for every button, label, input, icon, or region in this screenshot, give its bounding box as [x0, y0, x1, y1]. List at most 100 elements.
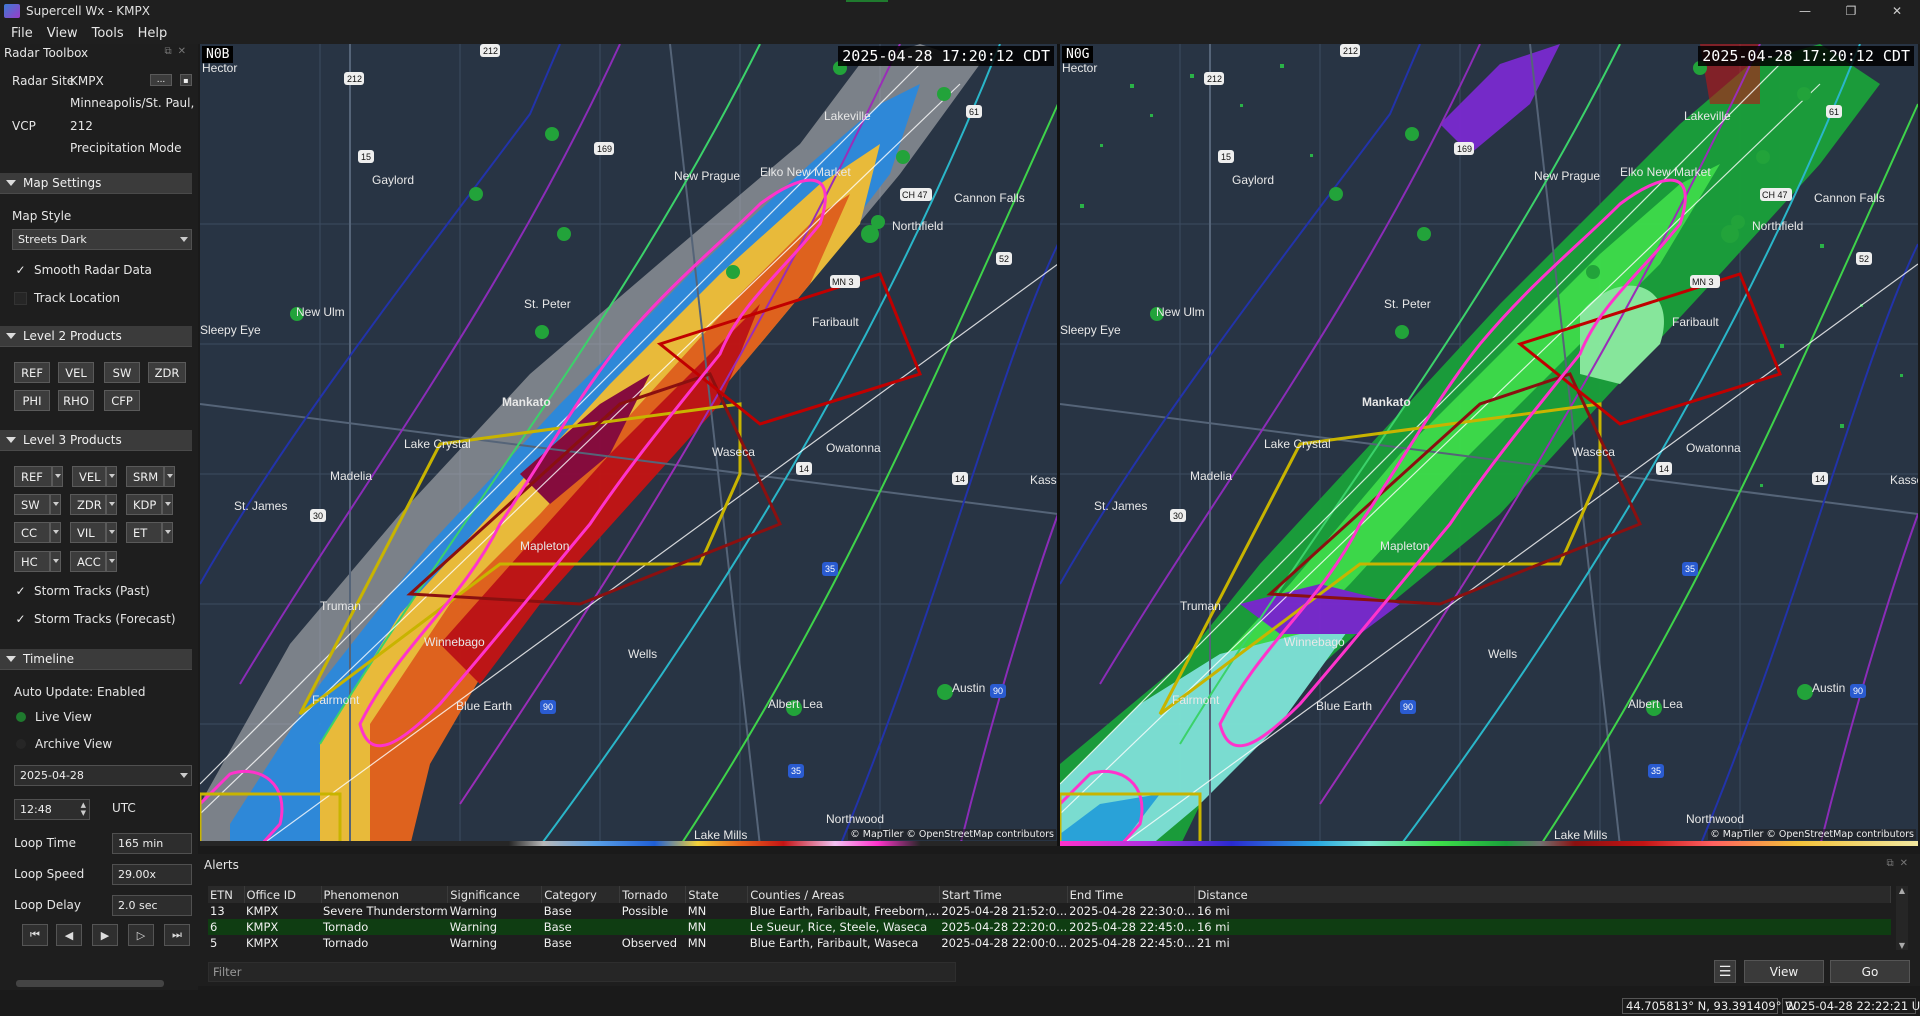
- l2-phi-button[interactable]: PHI: [14, 390, 50, 411]
- col-counties[interactable]: Counties / Areas: [747, 886, 940, 903]
- smooth-radar-checkbox[interactable]: ✓ Smooth Radar Data: [14, 263, 151, 277]
- l2-sw-button[interactable]: SW: [104, 362, 140, 383]
- l2-vel-button[interactable]: VEL: [58, 362, 94, 383]
- col-distance[interactable]: Distance: [1194, 886, 1891, 903]
- map-style-select[interactable]: Streets Dark: [12, 229, 192, 250]
- menu-tools[interactable]: Tools: [85, 26, 131, 41]
- skip-to-start-icon[interactable]: ⏮: [22, 924, 48, 946]
- minimize-icon[interactable]: —: [1782, 0, 1828, 22]
- l3-et-button[interactable]: ET: [126, 522, 173, 543]
- col-start-time[interactable]: Start Time: [939, 886, 1068, 903]
- table-row-selected[interactable]: 6 KMPX Tornado Warning Base MN Le Sueur, Rice,…: [208, 919, 1891, 935]
- l3-cc-button[interactable]: CC: [14, 522, 61, 543]
- l2-cfp-button[interactable]: CFP: [104, 390, 140, 411]
- archive-view-radio[interactable]: Archive View: [14, 737, 112, 751]
- table-row[interactable]: 5 KMPX Tornado Warning Base Observed MN Blue Ea…: [208, 935, 1891, 951]
- color-scale-bar: [1060, 841, 1918, 846]
- l3-vel-button[interactable]: VEL: [72, 466, 117, 487]
- dropdown-arrow-icon[interactable]: [106, 551, 117, 572]
- menu-help[interactable]: Help: [131, 26, 175, 41]
- view-button[interactable]: View: [1744, 960, 1824, 983]
- map-settings-header[interactable]: Map Settings: [0, 173, 192, 194]
- live-view-radio[interactable]: Live View: [14, 710, 92, 724]
- loop-delay-spinbox[interactable]: 2.0 sec: [112, 895, 192, 916]
- col-state[interactable]: State: [685, 886, 749, 903]
- l3-kdp-button[interactable]: KDP: [126, 494, 173, 515]
- level3-products-header[interactable]: Level 3 Products: [0, 430, 192, 451]
- highway-shield: 30: [1170, 509, 1186, 522]
- track-location-checkbox[interactable]: Track Location: [14, 291, 120, 305]
- dropdown-arrow-icon[interactable]: [106, 494, 117, 515]
- l2-ref-button[interactable]: REF: [14, 362, 50, 383]
- dropdown-arrow-icon[interactable]: [106, 522, 117, 543]
- col-office-id[interactable]: Office ID: [244, 886, 322, 903]
- highway-shield: 212: [480, 44, 500, 57]
- l3-vil-button[interactable]: VIL: [70, 522, 117, 543]
- col-end-time[interactable]: End Time: [1067, 886, 1196, 903]
- step-forward-icon[interactable]: ▷: [128, 924, 154, 946]
- col-tornado[interactable]: Tornado: [619, 886, 687, 903]
- skip-to-end-icon[interactable]: ⏭: [164, 924, 190, 946]
- spin-arrows-icon[interactable]: ▲ ▼: [81, 801, 86, 817]
- map-pane-left[interactable]: Gaylord Lakeville New Prague Elko New Ma…: [200, 44, 1058, 846]
- dropdown-arrow-icon[interactable]: [52, 466, 63, 487]
- scroll-up-icon[interactable]: ▲: [1896, 886, 1908, 895]
- dropdown-arrow-icon[interactable]: [50, 551, 61, 572]
- dropdown-arrow-icon[interactable]: [162, 494, 173, 515]
- time-spinbox[interactable]: 12:48 ▲ ▼: [14, 799, 90, 820]
- alerts-scrollbar[interactable]: ▲ ▼: [1896, 886, 1908, 950]
- cell-end: 2025-04-28 22:45:0...: [1069, 936, 1195, 950]
- dock-buttons[interactable]: ⧉✕: [164, 46, 192, 57]
- toolbox-scrollbar[interactable]: [0, 976, 198, 990]
- date-picker[interactable]: 2025-04-28: [14, 765, 192, 786]
- dropdown-arrow-icon[interactable]: [164, 466, 175, 487]
- level2-products-header[interactable]: Level 2 Products: [0, 326, 192, 347]
- l3-srm-button[interactable]: SRM: [126, 466, 175, 487]
- col-etn[interactable]: ETN: [208, 886, 245, 903]
- filter-input[interactable]: Filter: [208, 962, 956, 982]
- settings-sliders-icon[interactable]: ☰: [1714, 960, 1736, 983]
- cell-start: 2025-04-28 22:00:0...: [941, 936, 1068, 950]
- dropdown-arrow-icon[interactable]: [106, 466, 117, 487]
- l3-hc-label: HC: [21, 554, 38, 569]
- dropdown-arrow-icon[interactable]: [50, 522, 61, 543]
- timeline-header[interactable]: Timeline: [0, 649, 192, 670]
- l3-vel-label: VEL: [79, 469, 101, 484]
- loop-speed-spinbox[interactable]: 29.00x: [112, 864, 192, 885]
- map-pane-right[interactable]: Gaylord Lakeville New Prague Elko New Ma…: [1060, 44, 1918, 846]
- l2-zdr-button[interactable]: ZDR: [148, 362, 186, 383]
- play-icon[interactable]: ▶: [92, 924, 118, 946]
- l3-ref-button[interactable]: REF: [14, 466, 63, 487]
- menu-file[interactable]: File: [4, 26, 40, 41]
- col-category[interactable]: Category: [541, 886, 621, 903]
- dropdown-arrow-icon[interactable]: [50, 494, 61, 515]
- map-attribution[interactable]: © MapTiler © OpenStreetMap contributors: [1708, 829, 1916, 840]
- menu-bar: File View Tools Help: [0, 22, 1920, 44]
- col-phenomenon[interactable]: Phenomenon: [321, 886, 449, 903]
- go-button[interactable]: Go: [1830, 960, 1910, 983]
- highway-shield: 169: [594, 142, 614, 155]
- storm-tracks-forecast-checkbox[interactable]: ✓ Storm Tracks (Forecast): [14, 612, 175, 626]
- scrollbar-thumb[interactable]: [16, 980, 164, 987]
- restore-icon[interactable]: ❐: [1828, 0, 1874, 22]
- dock-buttons[interactable]: ⧉✕: [1886, 858, 1914, 869]
- highway-shield: MN 3: [830, 275, 860, 288]
- radar-site-pin-icon[interactable]: ▪: [180, 74, 192, 86]
- shield-label: 14: [1815, 474, 1825, 484]
- map-attribution[interactable]: © MapTiler © OpenStreetMap contributors: [848, 829, 1056, 840]
- step-back-icon[interactable]: ◀: [56, 924, 82, 946]
- menu-view[interactable]: View: [40, 26, 85, 41]
- loop-time-spinbox[interactable]: 165 min: [112, 833, 192, 854]
- l3-acc-button[interactable]: ACC: [70, 551, 117, 572]
- storm-tracks-past-checkbox[interactable]: ✓ Storm Tracks (Past): [14, 584, 149, 598]
- radar-site-select-button[interactable]: ...: [150, 74, 172, 86]
- dropdown-arrow-icon[interactable]: [162, 522, 173, 543]
- l3-zdr-button[interactable]: ZDR: [70, 494, 117, 515]
- scroll-down-icon[interactable]: ▼: [1896, 941, 1908, 950]
- l2-rho-button[interactable]: RHO: [58, 390, 94, 411]
- col-significance[interactable]: Significance: [447, 886, 543, 903]
- close-icon[interactable]: ✕: [1874, 0, 1920, 22]
- table-row[interactable]: 13 KMPX Severe Thunderstorm Warning Base Poss…: [208, 903, 1891, 919]
- l3-sw-button[interactable]: SW: [14, 494, 61, 515]
- l3-hc-button[interactable]: HC: [14, 551, 61, 572]
